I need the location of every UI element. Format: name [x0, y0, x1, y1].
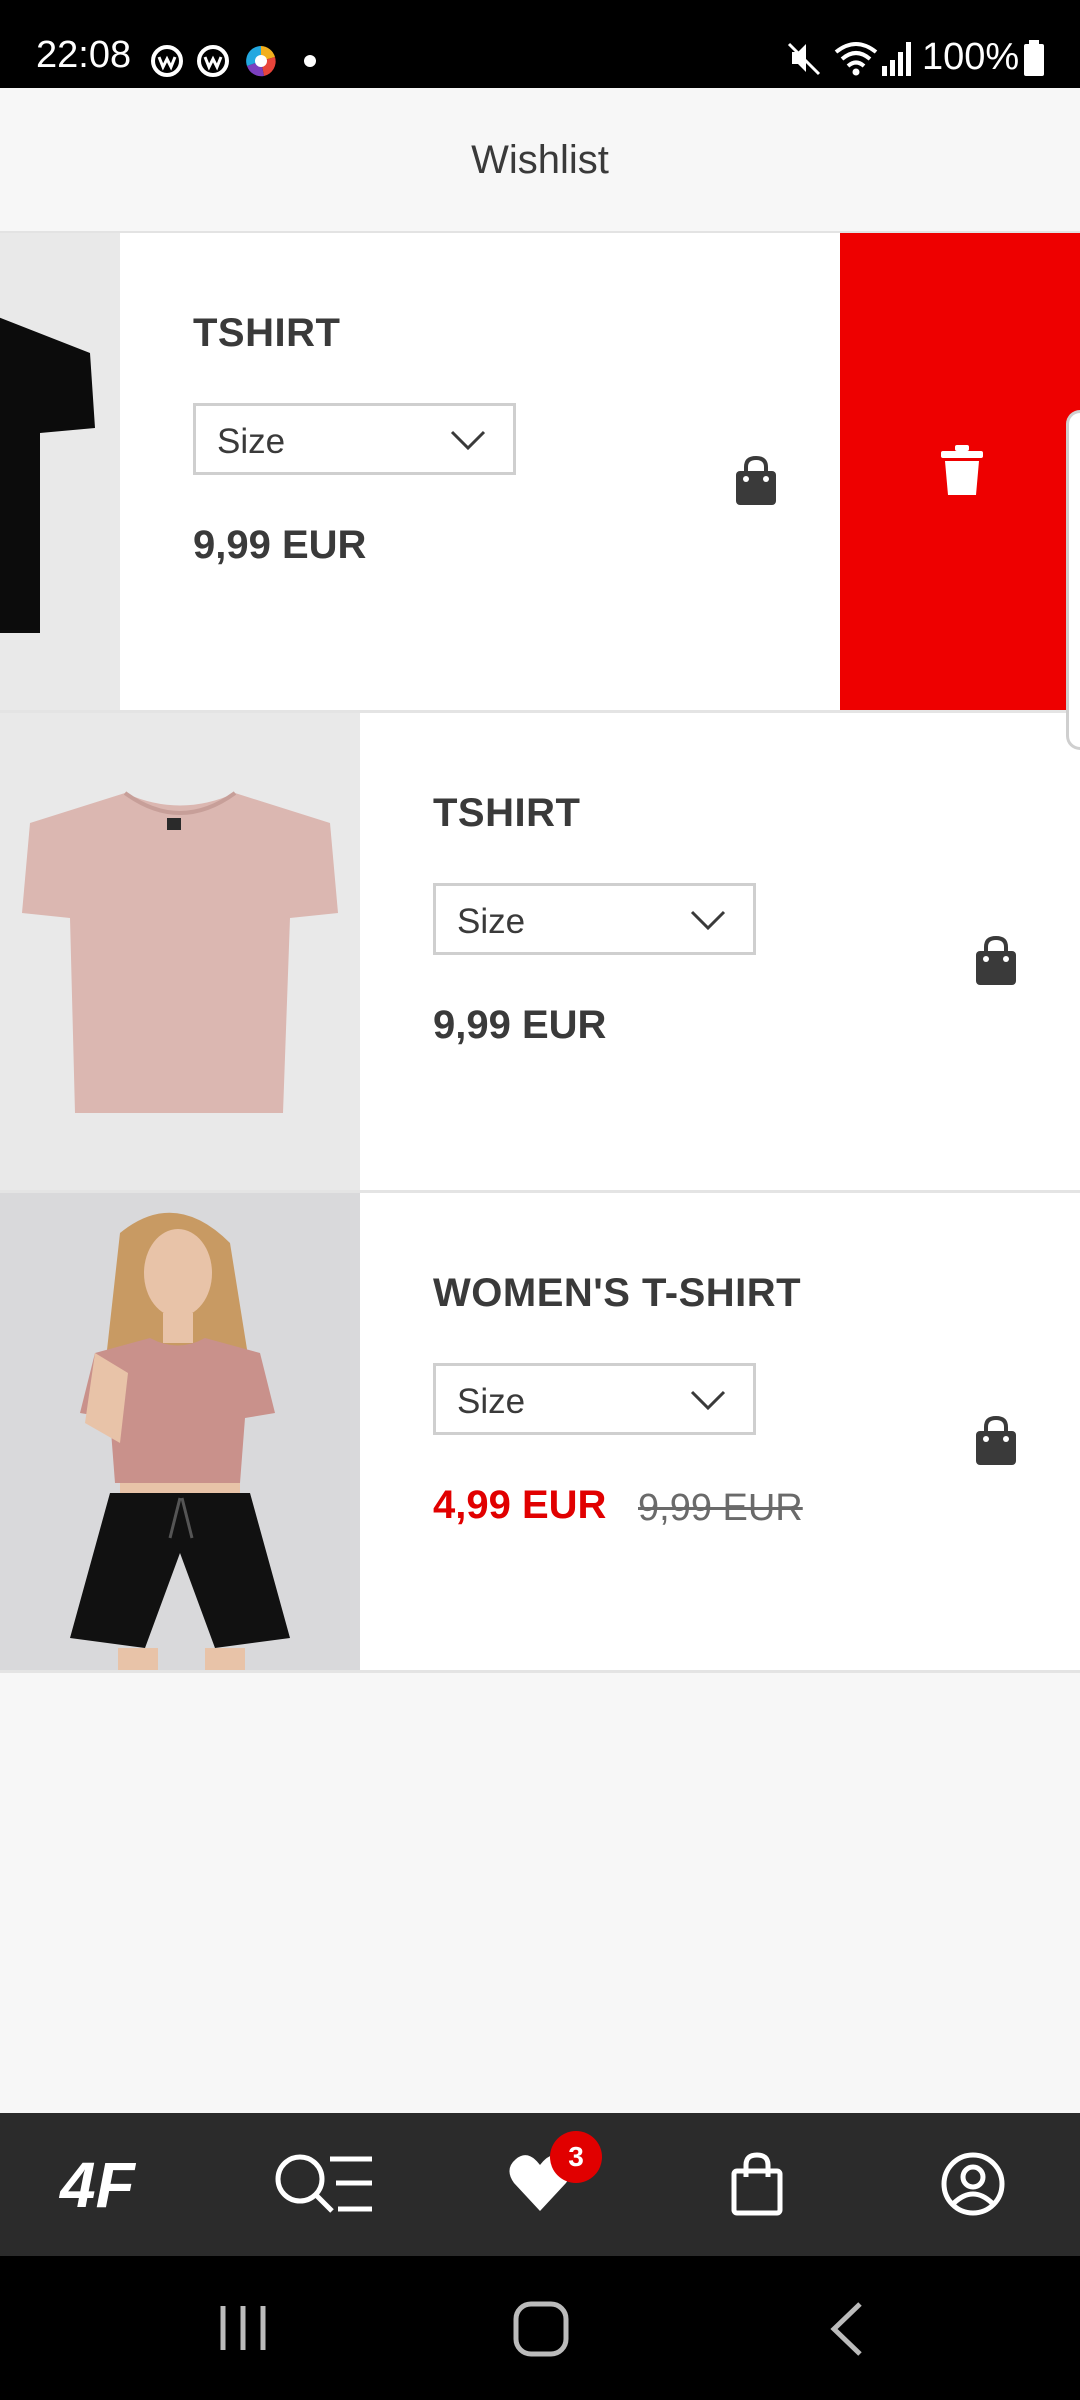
- account-icon[interactable]: [940, 2151, 1006, 2217]
- pink-tshirt-image: [22, 791, 338, 1113]
- edge-panel-handle[interactable]: [1066, 410, 1080, 750]
- wifi-icon: [834, 42, 878, 76]
- recent-apps-icon[interactable]: [215, 2302, 271, 2354]
- size-select-label: Size: [457, 1382, 526, 1421]
- chevron-down-icon: [690, 910, 726, 931]
- size-select[interactable]: Size: [433, 883, 756, 955]
- status-bar: 22:08 100%: [0, 0, 1080, 88]
- product-image[interactable]: [0, 1193, 360, 1670]
- sale-price: 4,99 EUR: [433, 1483, 607, 1527]
- battery-percent: 100%: [922, 36, 1020, 78]
- chevron-down-icon: [450, 430, 486, 451]
- mute-icon: [787, 42, 821, 76]
- colorful-app-icon: [246, 46, 276, 77]
- trash-icon: [941, 445, 983, 495]
- original-price: 9,99 EUR: [638, 1487, 803, 1529]
- add-to-bag-icon[interactable]: [972, 935, 1020, 987]
- delete-button[interactable]: [840, 233, 1080, 710]
- svg-text:4F: 4F: [58, 2151, 137, 2217]
- add-to-bag-icon[interactable]: [732, 455, 780, 507]
- shopping-bag-icon[interactable]: [730, 2151, 784, 2217]
- wishlist-count-badge: 3: [550, 2131, 602, 2183]
- model-photo-image: [70, 1212, 290, 1670]
- battery-icon: [1024, 40, 1044, 76]
- bottom-navigation: 4F 3: [0, 2113, 1080, 2256]
- signal-icon: [882, 42, 911, 76]
- home-icon[interactable]: [512, 2300, 570, 2358]
- notification-dot: [304, 55, 316, 67]
- app-icon: [151, 45, 183, 77]
- wishlist-item[interactable]: TSHIRT Size 9,99 EUR: [0, 713, 1080, 1193]
- size-select[interactable]: Size: [433, 1363, 756, 1435]
- size-select-label: Size: [217, 422, 286, 461]
- product-price: 9,99 EUR: [193, 523, 367, 567]
- back-icon[interactable]: [826, 2300, 866, 2358]
- 4f-logo-icon[interactable]: 4F: [58, 2151, 158, 2217]
- size-select-label: Size: [457, 902, 526, 941]
- search-menu-icon[interactable]: [272, 2151, 376, 2217]
- product-name[interactable]: TSHIRT: [433, 791, 580, 836]
- product-name[interactable]: WOMEN'S T-SHIRT: [433, 1271, 801, 1316]
- size-select[interactable]: Size: [193, 403, 516, 475]
- system-navigation-bar: [0, 2256, 1080, 2400]
- product-name[interactable]: TSHIRT: [193, 311, 340, 356]
- chevron-down-icon: [690, 1390, 726, 1411]
- product-image[interactable]: [0, 233, 120, 710]
- black-tshirt-image: [0, 317, 95, 633]
- page-title: Wishlist: [471, 138, 609, 182]
- app-icon: [197, 45, 229, 77]
- wishlist-item[interactable]: WOMEN'S T-SHIRT Size 4,99 EUR 9,99 EUR: [0, 1193, 1080, 1673]
- product-price: 9,99 EUR: [433, 1003, 607, 1047]
- status-time: 22:08: [36, 34, 132, 76]
- app-header: Wishlist: [0, 88, 1080, 233]
- add-to-bag-icon[interactable]: [972, 1415, 1020, 1467]
- wishlist-item[interactable]: TSHIRT Size 9,99 EUR: [0, 233, 1080, 713]
- product-image[interactable]: [0, 713, 360, 1190]
